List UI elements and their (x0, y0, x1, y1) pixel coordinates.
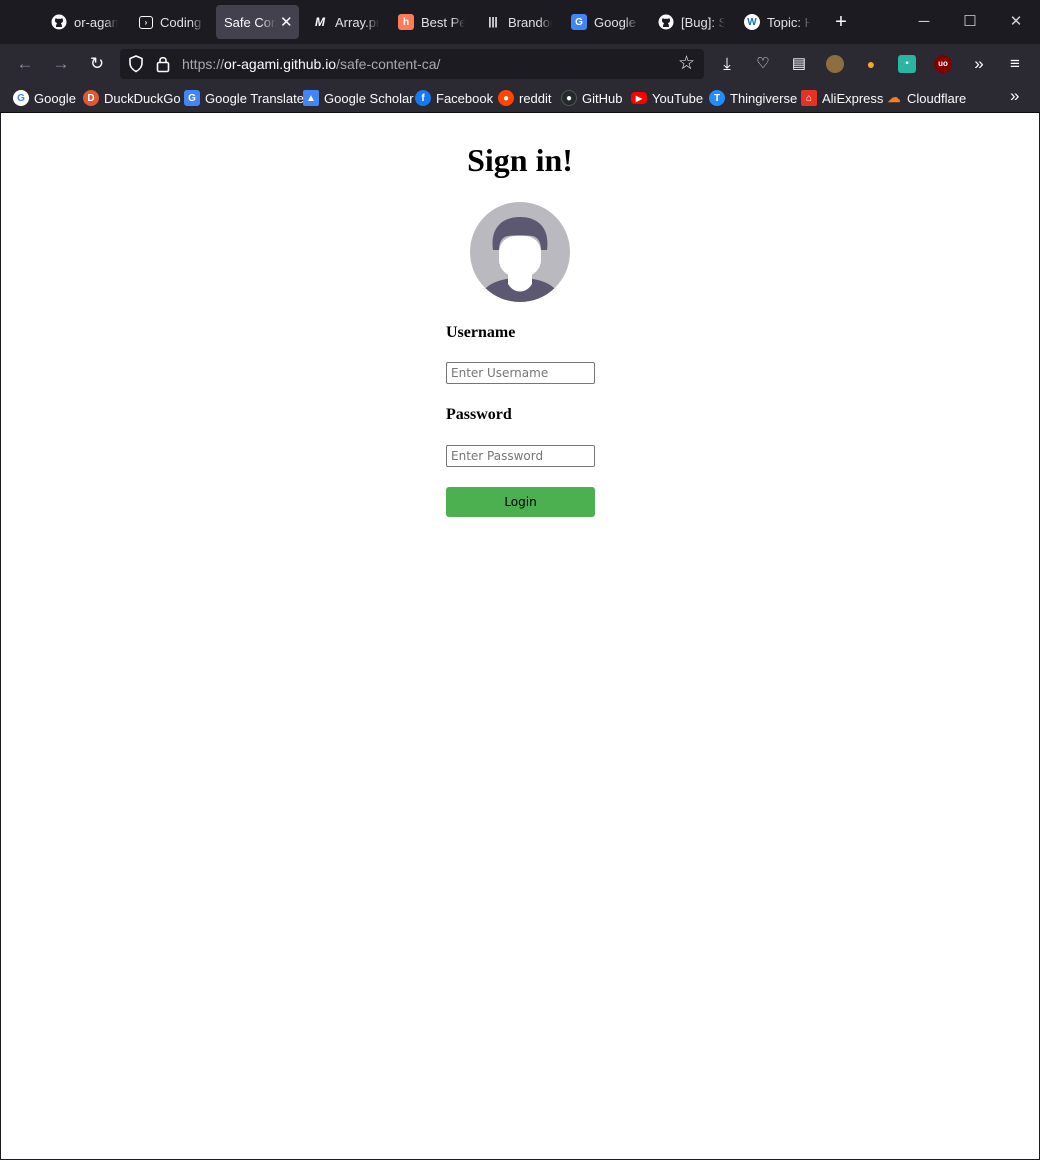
duckduckgo-icon: D (83, 90, 99, 106)
thingiverse-icon: T (709, 90, 725, 106)
tab-label: Brandon (508, 14, 552, 30)
tab-label: Best Per (421, 14, 465, 30)
bookmark-thingiverse[interactable]: T Thingiverse (709, 89, 797, 107)
wordpress-icon: W (744, 14, 760, 30)
github-icon (658, 14, 674, 30)
bookmark-label: GitHub (582, 90, 623, 106)
bookmark-duckduckgo[interactable]: D DuckDuckGo (83, 89, 181, 107)
reader-view-icon[interactable]: ▤ (787, 52, 811, 76)
pocket-icon[interactable]: ♡ (751, 52, 775, 76)
overflow-chevron-icon[interactable]: » (967, 52, 991, 76)
github-icon: ● (561, 90, 577, 106)
ublock-icon[interactable]: uo (934, 55, 952, 73)
page-title: Sign in! (467, 142, 573, 178)
google-translate-icon: G (184, 90, 200, 106)
forward-icon[interactable]: → (49, 52, 73, 76)
back-icon[interactable]: ← (13, 52, 37, 76)
password-label: Password (446, 406, 512, 423)
tab-coding[interactable]: › Coding (127, 5, 210, 39)
lock-icon[interactable] (156, 55, 170, 78)
aliexpress-icon: ⌂ (801, 90, 817, 106)
github-icon (51, 14, 67, 30)
terminal-icon: › (139, 15, 153, 29)
maximize-icon[interactable]: ☐ (956, 8, 984, 36)
tab-topic[interactable]: W Topic: H (732, 5, 815, 39)
url-text[interactable]: https://or-agami.github.io/safe-content-… (182, 56, 440, 72)
bookmark-aliexpress[interactable]: ⌂ AliExpress (801, 89, 883, 107)
facebook-icon: f (415, 90, 431, 106)
bookmark-label: Cloudflare (907, 90, 967, 106)
url-host: or-agami.github.io (224, 56, 337, 72)
cloudflare-icon: ☁ (887, 90, 901, 105)
bookmark-github[interactable]: ● GitHub (561, 89, 622, 107)
bookmarks-toolbar: G Google D DuckDuckGo G Google Translate… (0, 84, 1040, 113)
shield-icon[interactable] (128, 55, 144, 78)
tab-google-translate[interactable]: G Google T (559, 5, 642, 39)
tab-brandon[interactable]: ||| Brandon (473, 5, 556, 39)
bookmark-label: Facebook (436, 90, 494, 106)
profile-extension-icon[interactable] (826, 55, 844, 73)
bookmark-label: AliExpress (822, 90, 884, 106)
url-path: /safe-content-ca/ (336, 56, 441, 72)
tab-label: Safe Cont (224, 14, 276, 30)
bookmark-label: reddit (519, 90, 552, 106)
bookmarks-overflow-icon[interactable]: » (1010, 86, 1019, 105)
tab-label: or-agami (74, 14, 118, 30)
password-input[interactable]: Enter Password (446, 445, 595, 467)
bookmark-facebook[interactable]: f Facebook (415, 89, 493, 107)
login-button[interactable]: Login (446, 487, 595, 517)
reload-icon[interactable]: ↻ (85, 52, 109, 76)
bookmark-google[interactable]: G Google (13, 89, 76, 107)
tab-label: Google T (594, 14, 638, 30)
minimize-icon[interactable]: ─ (910, 8, 938, 36)
bookmark-label: Google Scholar (324, 90, 414, 106)
close-tab-icon[interactable]: ✕ (280, 13, 293, 31)
avatar-icon (470, 202, 570, 302)
bookmark-google-translate[interactable]: G Google Translate (184, 89, 304, 107)
m-icon: M (315, 15, 325, 29)
username-label: Username (446, 324, 516, 341)
bookmark-cloudflare[interactable]: ☁ Cloudflare (886, 89, 967, 107)
close-window-icon[interactable]: ✕ (1002, 8, 1030, 36)
menu-icon[interactable]: ≡ (1003, 52, 1027, 76)
username-input[interactable]: Enter Username (446, 362, 595, 384)
tab-safe-content[interactable]: Safe Cont ✕ (216, 5, 299, 39)
bookmark-star-icon[interactable]: ☆ (678, 52, 695, 75)
url-bar[interactable]: https://or-agami.github.io/safe-content-… (120, 49, 704, 79)
hubspot-icon: h (398, 14, 414, 30)
bookmark-label: DuckDuckGo (104, 90, 181, 106)
tab-bug[interactable]: [Bug]: S (646, 5, 729, 39)
tab-label: [Bug]: S (681, 14, 725, 30)
google-translate-icon: G (571, 14, 587, 30)
google-icon: G (13, 90, 29, 106)
bookmark-label: Google (34, 90, 76, 106)
navigation-toolbar: ← → ↻ https://or-agami.github.io/safe-co… (0, 44, 1040, 84)
bookmark-label: Thingiverse (730, 90, 798, 106)
tab-or-agami[interactable]: or-agami (39, 5, 122, 39)
youtube-icon: ▶ (631, 92, 647, 104)
tab-label: Array.pr (335, 14, 379, 30)
bookmark-label: Google Translate (205, 90, 305, 106)
new-tab-button[interactable]: + (830, 9, 852, 35)
bars-icon: ||| (488, 16, 498, 28)
login-button-label: Login (504, 495, 537, 509)
username-placeholder: Enter Username (451, 366, 549, 380)
save-extension-icon[interactable]: ▪ (898, 55, 916, 73)
bookmark-label: YouTube (652, 90, 704, 106)
password-placeholder: Enter Password (451, 449, 544, 463)
url-scheme: https:// (182, 56, 225, 72)
bookmark-youtube[interactable]: ▶ YouTube (631, 89, 703, 107)
mouse-extension-icon[interactable]: ● (862, 55, 880, 73)
downloads-icon[interactable]: ⤓ (715, 52, 739, 76)
page-content: Sign in! Username Enter Username Passwor… (1, 113, 1039, 1159)
tab-strip: or-agami › Coding Safe Cont ✕ M Array.pr… (0, 0, 1040, 44)
reddit-icon: ● (498, 90, 514, 106)
bookmark-reddit[interactable]: ● reddit (498, 89, 552, 107)
tab-best-per[interactable]: h Best Per (386, 5, 469, 39)
tab-label: Coding (160, 14, 202, 30)
google-scholar-icon: ▲ (303, 90, 319, 106)
bookmark-google-scholar[interactable]: ▲ Google Scholar (303, 89, 414, 107)
tab-label: Topic: H (767, 14, 811, 30)
tab-array[interactable]: M Array.pr (300, 5, 383, 39)
